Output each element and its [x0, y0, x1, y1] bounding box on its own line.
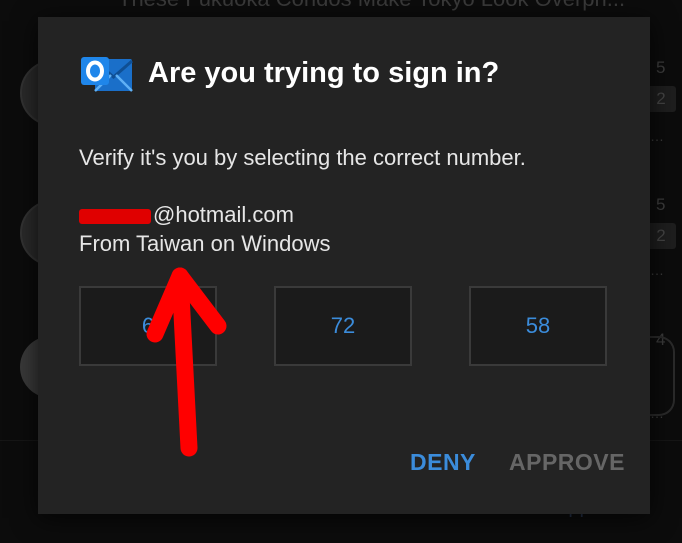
account-email: @hotmail.com [79, 202, 294, 228]
redaction-mark [79, 208, 151, 224]
number-option-2[interactable]: 72 [274, 286, 412, 366]
background-more-icon: … [650, 128, 664, 144]
background-more-icon: … [650, 262, 664, 278]
email-domain: @hotmail.com [153, 202, 294, 227]
background-count: 5 [656, 58, 666, 77]
number-option-3[interactable]: 58 [469, 286, 607, 366]
background-unread-chip: 2 [646, 86, 676, 112]
instruction-text: Verify it's you by selecting the correct… [79, 145, 526, 170]
background-headline: These Fukuoka Condos Make Tokyo Look Ove… [118, 0, 678, 12]
background-count: 5 [656, 195, 666, 214]
approve-button[interactable]: APPROVE [509, 449, 625, 476]
dialog-title: Are you trying to sign in? [148, 57, 500, 89]
outlook-icon [81, 57, 133, 92]
deny-button[interactable]: DENY [410, 449, 476, 476]
annotation-arrow [146, 267, 227, 457]
background-unread-chip: 2 [646, 223, 676, 249]
background-more-icon: … [650, 405, 664, 421]
